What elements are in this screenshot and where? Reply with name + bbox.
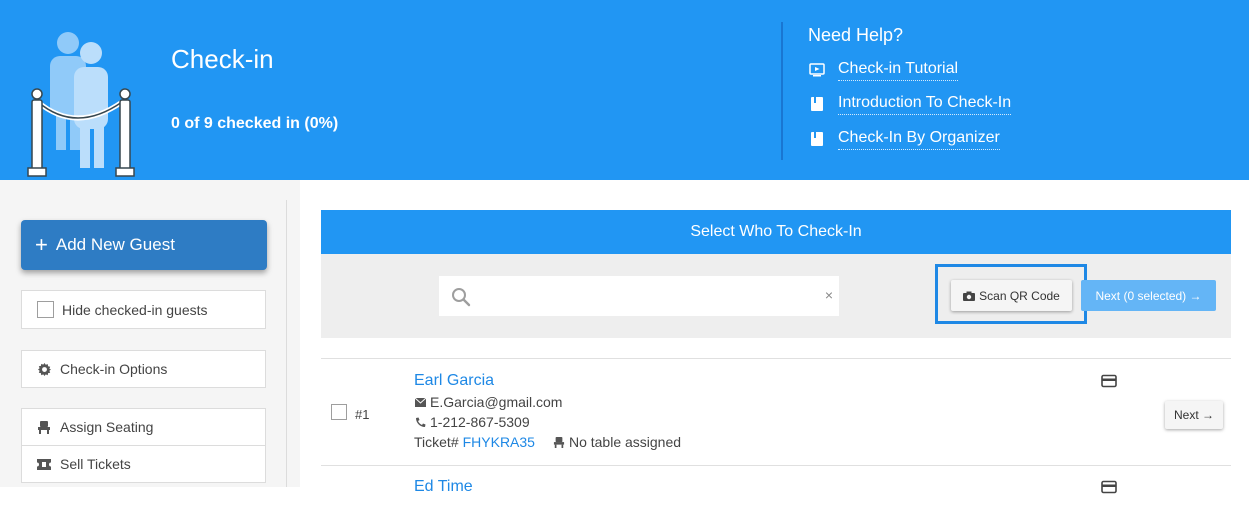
sell-tickets-button[interactable]: Sell Tickets: [21, 445, 266, 483]
guest-phone-text: 1-212-867-5309: [430, 414, 530, 430]
camera-icon: [963, 291, 976, 301]
help-link-organizer[interactable]: Check-In By Organizer: [808, 127, 1000, 151]
ticket-label: Ticket#: [414, 434, 459, 450]
gear-icon: [36, 361, 52, 377]
panel-header: Select Who To Check-In: [321, 210, 1231, 254]
add-new-guest-label: Add New Guest: [55, 235, 175, 254]
scan-qr-button[interactable]: Scan QR Code: [951, 280, 1072, 311]
next-selected-button[interactable]: Next (0 selected) →: [1081, 280, 1216, 311]
search-box: ×: [439, 276, 839, 316]
guest-name-link[interactable]: Earl Garcia: [414, 372, 494, 390]
book-icon: [808, 130, 826, 148]
row-divider: [321, 358, 1231, 359]
plus-icon: +: [35, 232, 48, 257]
book-icon: [808, 95, 826, 113]
guest-email-text: E.Garcia@gmail.com: [430, 394, 563, 410]
credit-card-icon[interactable]: [1101, 374, 1117, 388]
assign-seating-label: Assign Seating: [60, 419, 154, 435]
help-link-label: Check-In By Organizer: [838, 129, 1000, 150]
guest-name-link[interactable]: Ed Time: [414, 478, 473, 496]
search-icon: [452, 288, 471, 307]
panel-title: Select Who To Check-In: [690, 223, 862, 240]
page-title: Check-in: [171, 44, 274, 74]
checkin-count: 0 of 9 checked in (0%): [171, 115, 339, 132]
add-new-guest-button[interactable]: + Add New Guest: [21, 220, 267, 270]
checkin-options-button[interactable]: Check-in Options: [21, 350, 266, 388]
help-link-label: Introduction To Check-In: [838, 94, 1012, 115]
ticket-icon: [36, 456, 52, 472]
help-link-introduction[interactable]: Introduction To Check-In: [808, 92, 1012, 116]
video-icon: [808, 61, 826, 79]
page-header: Check-in 0 of 9 checked in (0%) Need Hel…: [0, 0, 1249, 180]
row-next-button[interactable]: Next →: [1165, 401, 1223, 429]
help-link-label: Check-in Tutorial: [838, 60, 959, 81]
seat-icon: [553, 436, 566, 449]
guest-ticket-line: Ticket# FHYKRA35 No table assigned: [414, 434, 681, 450]
clear-search-icon[interactable]: ×: [825, 287, 833, 303]
row-divider: [321, 465, 1231, 466]
header-divider: [781, 22, 783, 160]
row-next-label: Next →: [1173, 408, 1214, 422]
guest-email: E.Garcia@gmail.com: [414, 394, 562, 410]
guest-checkbox[interactable]: [331, 404, 347, 420]
envelope-icon: [414, 396, 427, 409]
hide-checked-in-checkbox[interactable]: [37, 301, 54, 318]
hide-checked-in-label: Hide checked-in guests: [62, 301, 208, 318]
credit-card-icon[interactable]: [1101, 480, 1117, 494]
next-selected-label: Next (0 selected) →: [1095, 288, 1202, 303]
search-input[interactable]: [483, 284, 803, 308]
ticket-number-link[interactable]: FHYKRA35: [463, 434, 535, 450]
help-title: Need Help?: [808, 25, 904, 45]
assign-seating-button[interactable]: Assign Seating: [21, 408, 266, 446]
seat-icon: [36, 419, 52, 435]
guest-phone: 1-212-867-5309: [414, 414, 530, 430]
table-assignment: No table assigned: [553, 434, 681, 450]
scan-qr-label: Scan QR Code: [979, 288, 1060, 303]
torn-edge: [0, 487, 300, 521]
checkin-illustration: [27, 32, 135, 177]
sidebar-divider: [286, 200, 287, 490]
hide-checked-in-toggle[interactable]: Hide checked-in guests: [21, 290, 266, 329]
guest-number: #1: [355, 407, 370, 422]
checkin-options-label: Check-in Options: [60, 361, 168, 377]
help-link-tutorial[interactable]: Check-in Tutorial: [808, 58, 959, 82]
phone-icon: [414, 416, 427, 429]
bottom-fade: [300, 496, 1249, 521]
sell-tickets-label: Sell Tickets: [60, 456, 131, 472]
table-assignment-text: No table assigned: [568, 434, 682, 450]
